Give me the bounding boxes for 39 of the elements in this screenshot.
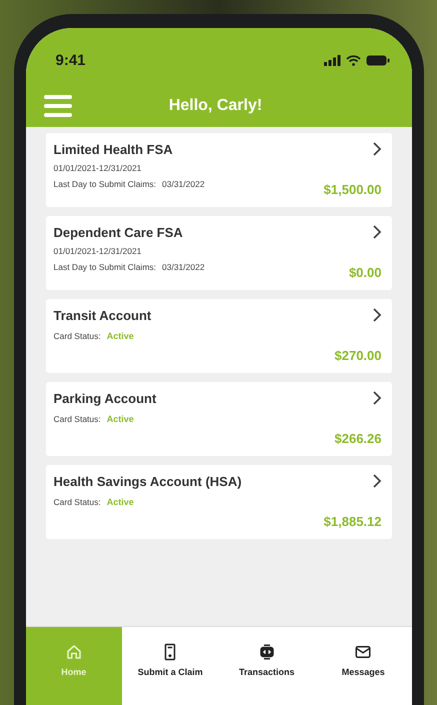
card-status: Active bbox=[106, 496, 134, 506]
chevron-icon[interactable] bbox=[372, 308, 382, 322]
chevron-icon[interactable] bbox=[372, 225, 382, 239]
signal-icon bbox=[324, 55, 340, 66]
plan-dates: 01/01/2021-12/31/2021 bbox=[54, 246, 142, 258]
deadline-label: Last Day to Submit Claims: bbox=[54, 179, 156, 189]
envelope-icon bbox=[354, 643, 372, 661]
status-time: 9:41 bbox=[56, 52, 86, 69]
plan-dates: 01/01/2021-12/31/2021 bbox=[54, 163, 142, 175]
account-card[interactable]: Dependent Care FSA 01/01/2021-12/31/2021 Last Day to Submit Claims: 03/31/2022 $0.00 bbox=[46, 216, 392, 290]
chevron-icon[interactable] bbox=[372, 391, 382, 405]
account-name: Limited Health FSA bbox=[54, 142, 174, 159]
account-balance: $0.00 bbox=[348, 265, 382, 280]
card-status: Active bbox=[106, 330, 134, 340]
battery-icon bbox=[366, 55, 390, 66]
chevron-icon[interactable] bbox=[372, 142, 382, 156]
account-card[interactable]: Health Savings Account (HSA) Card Status: Active $1,885.12 bbox=[46, 465, 392, 539]
account-card[interactable]: Parking Account Card Status: Active $266.26 bbox=[46, 382, 392, 456]
account-name: Parking Account bbox=[54, 391, 158, 406]
account-card[interactable]: Limited Health FSA 01/01/2021-12/31/2021 Last Day to Submit Claims: 03/31/2022 $1,500.00 bbox=[46, 133, 392, 207]
deadline-label: Last Day to Submit Claims: bbox=[54, 262, 156, 272]
account-card[interactable]: Transit Account Card Status: Active $270.00 bbox=[46, 299, 392, 373]
deadline-date: 03/31/2022 bbox=[162, 179, 205, 189]
wifi-icon bbox=[346, 55, 360, 66]
card-status: Active bbox=[106, 414, 134, 424]
account-balance: $1,885.12 bbox=[324, 514, 382, 529]
account-name: Health Savings Account (HSA) bbox=[54, 474, 243, 490]
card-status-label: Card Status: bbox=[54, 330, 101, 340]
chevron-icon[interactable] bbox=[372, 474, 382, 488]
account-balance: $266.26 bbox=[334, 431, 382, 446]
card-status-label: Card Status: bbox=[54, 414, 101, 424]
account-balance: $1,500.00 bbox=[324, 182, 382, 197]
account-name: Dependent Care FSA bbox=[54, 225, 184, 242]
account-balance: $270.00 bbox=[334, 348, 382, 363]
account-name: Transit Account bbox=[54, 308, 152, 324]
deadline-date: 03/31/2022 bbox=[162, 262, 205, 272]
home-icon bbox=[64, 643, 83, 661]
greeting-title: Hello, Carly! bbox=[168, 97, 264, 115]
card-status-label: Card Status: bbox=[54, 496, 101, 506]
